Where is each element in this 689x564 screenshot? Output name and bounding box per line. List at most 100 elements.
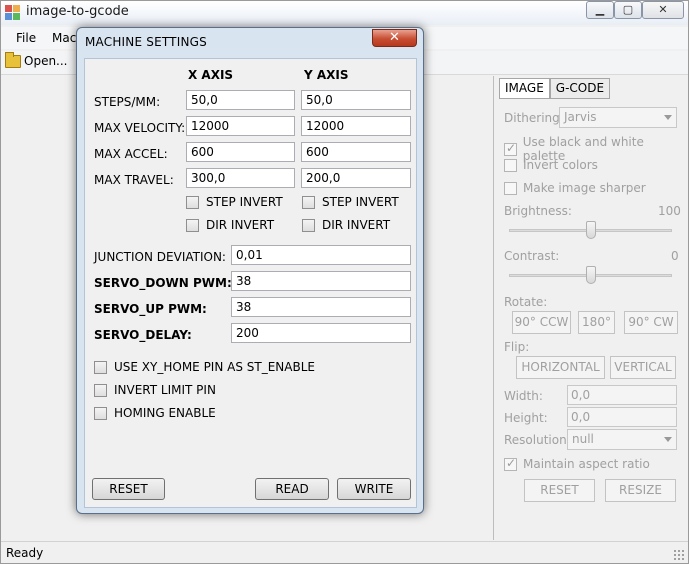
junction-deviation-input[interactable]: 0,01 — [231, 245, 411, 265]
folder-open-icon — [5, 51, 21, 68]
slider-thumb[interactable] — [586, 221, 596, 239]
read-button[interactable]: READ — [255, 478, 329, 500]
rotate-ccw-button[interactable]: 90° CCW — [512, 311, 571, 334]
y-step-invert-checkbox[interactable]: STEP INVERT — [302, 195, 399, 209]
steps-mm-x-input[interactable]: 50,0 — [186, 90, 295, 110]
chevron-down-icon — [664, 437, 672, 442]
resolution-label: Resolution: — [504, 433, 571, 447]
contrast-slider[interactable] — [509, 265, 672, 285]
tab-gcode[interactable]: G-CODE — [549, 78, 611, 99]
close-icon: ✕ — [658, 3, 668, 16]
x-dir-invert-checkbox[interactable]: DIR INVERT — [186, 218, 274, 232]
rotate-label: Rotate: — [504, 295, 548, 309]
dithering-label: Dithering: — [504, 111, 564, 125]
max-velocity-y-input[interactable]: 12000 — [301, 116, 411, 136]
xy-home-label: USE XY_HOME PIN AS ST_ENABLE — [114, 360, 315, 374]
servo-delay-input[interactable]: 200 — [231, 323, 411, 343]
max-velocity-x-input[interactable]: 12000 — [186, 116, 295, 136]
chevron-down-icon — [664, 115, 672, 120]
machine-settings-dialog: MACHINE SETTINGS ✕ X AXIS Y AXIS STEPS/M… — [76, 27, 424, 514]
app-icon — [5, 5, 21, 21]
max-velocity-label: MAX VELOCITY: — [94, 121, 186, 135]
menu-file[interactable]: File — [16, 31, 36, 45]
aspect-checkbox[interactable]: Maintain aspect ratio — [504, 456, 650, 471]
servo-down-input[interactable]: 38 — [231, 271, 411, 291]
max-travel-x-input[interactable]: 300,0 — [186, 168, 295, 188]
contrast-value: 0 — [671, 249, 679, 263]
height-input[interactable]: 0,0 — [567, 407, 677, 427]
steps-mm-y-input[interactable]: 50,0 — [301, 90, 411, 110]
tab-image[interactable]: IMAGE — [499, 78, 550, 99]
resolution-value: null — [572, 432, 594, 446]
minimize-button[interactable]: ▁ — [586, 1, 614, 19]
dithering-value: Jarvis — [564, 110, 597, 124]
xy-home-checkbox[interactable]: USE XY_HOME PIN AS ST_ENABLE — [94, 360, 315, 374]
minimize-icon: ▁ — [595, 3, 605, 16]
y-step-invert-label: STEP INVERT — [322, 195, 399, 209]
flip-vertical-button[interactable]: VERTICAL — [610, 356, 676, 379]
checkbox-box — [186, 195, 199, 209]
y-dir-invert-label: DIR INVERT — [322, 218, 391, 232]
maximize-icon: ▢ — [622, 3, 634, 16]
x-step-invert-checkbox[interactable]: STEP INVERT — [186, 195, 283, 209]
checkbox-box — [504, 141, 517, 156]
brightness-value: 100 — [658, 204, 681, 218]
servo-down-label: SERVO_DOWN PWM: — [94, 276, 232, 290]
dialog-body: X AXIS Y AXIS STEPS/MM: 50,0 50,0 MAX VE… — [84, 58, 417, 508]
flip-horizontal-button[interactable]: HORIZONTAL — [516, 356, 605, 379]
homing-enable-checkbox[interactable]: HOMING ENABLE — [94, 406, 216, 420]
rotate-180-button[interactable]: 180° — [578, 311, 615, 334]
resize-button[interactable]: RESIZE — [605, 479, 676, 502]
sharper-label: Make image sharper — [523, 181, 646, 195]
checkbox-box — [504, 158, 517, 172]
homing-enable-label: HOMING ENABLE — [114, 406, 216, 420]
panel-reset-button[interactable]: RESET — [524, 479, 595, 502]
checkbox-box — [94, 383, 107, 397]
checkbox-box — [94, 360, 107, 374]
max-accel-x-input[interactable]: 600 — [186, 142, 295, 162]
max-accel-label: MAX ACCEL: — [94, 147, 168, 161]
invert-limit-checkbox[interactable]: INVERT LIMIT PIN — [94, 383, 216, 397]
servo-up-label: SERVO_UP PWM: — [94, 302, 207, 316]
steps-mm-label: STEPS/MM: — [94, 95, 161, 109]
servo-delay-label: SERVO_DELAY: — [94, 328, 192, 342]
reset-button[interactable]: RESET — [92, 478, 165, 500]
dithering-select[interactable]: Jarvis — [559, 107, 677, 128]
contrast-label: Contrast: — [504, 249, 560, 263]
close-icon: ✕ — [389, 30, 400, 45]
slider-thumb[interactable] — [586, 266, 596, 284]
width-input[interactable]: 0,0 — [567, 385, 677, 405]
status-text: Ready — [6, 546, 44, 560]
dialog-close-button[interactable]: ✕ — [372, 29, 417, 47]
open-button[interactable]: Open... — [5, 51, 68, 68]
x-step-invert-label: STEP INVERT — [206, 195, 283, 209]
servo-up-input[interactable]: 38 — [231, 297, 411, 317]
settings-panel: IMAGE G-CODE Dithering: Jarvis Use black… — [493, 76, 686, 540]
height-label: Height: — [504, 411, 548, 425]
title-bar: image-to-gcode ▁ ▢ ✕ — [1, 1, 688, 25]
checkbox-box — [94, 406, 107, 420]
checkbox-box — [302, 218, 315, 232]
y-dir-invert-checkbox[interactable]: DIR INVERT — [302, 218, 390, 232]
rotate-cw-button[interactable]: 90° CW — [624, 311, 678, 334]
junction-deviation-label: JUNCTION DEVIATION: — [94, 250, 226, 264]
panel-tabs: IMAGE G-CODE — [499, 78, 611, 99]
dialog-title: MACHINE SETTINGS — [85, 35, 207, 49]
x-axis-header: X AXIS — [188, 68, 234, 82]
invert-colors-label: Invert colors — [523, 158, 598, 172]
checkbox-box — [504, 181, 517, 195]
max-travel-y-input[interactable]: 200,0 — [301, 168, 411, 188]
max-accel-y-input[interactable]: 600 — [301, 142, 411, 162]
maximize-button[interactable]: ▢ — [614, 1, 642, 19]
sharper-checkbox[interactable]: Make image sharper — [504, 181, 646, 195]
window-title: image-to-gcode — [26, 4, 129, 19]
close-window-button[interactable]: ✕ — [642, 1, 684, 19]
resolution-select[interactable]: null — [567, 429, 677, 450]
write-button[interactable]: WRITE — [337, 478, 411, 500]
resize-grip-icon[interactable] — [673, 549, 685, 561]
brightness-slider[interactable] — [509, 220, 672, 240]
y-axis-header: Y AXIS — [304, 68, 349, 82]
invert-colors-checkbox[interactable]: Invert colors — [504, 158, 598, 172]
aspect-label: Maintain aspect ratio — [523, 457, 650, 471]
invert-limit-label: INVERT LIMIT PIN — [114, 383, 216, 397]
